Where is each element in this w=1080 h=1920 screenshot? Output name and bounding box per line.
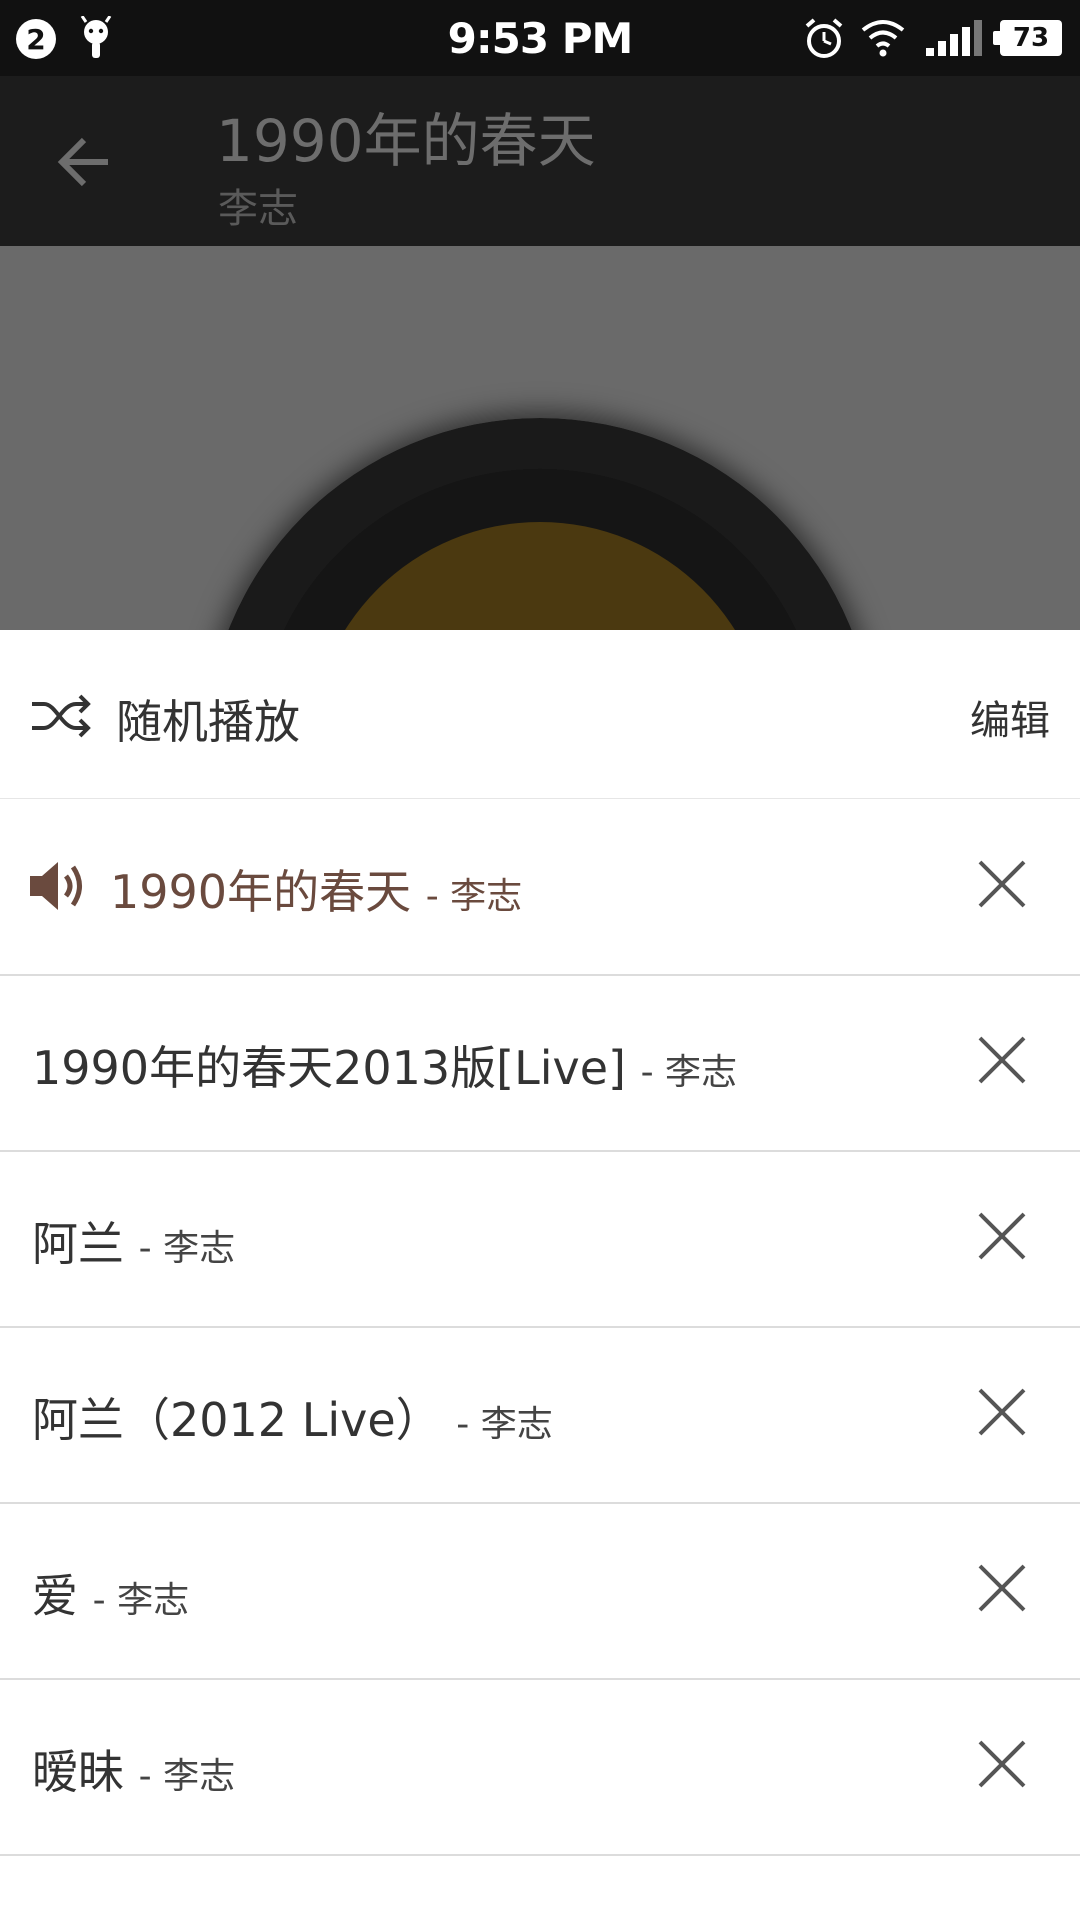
track-label: 暧昧 - 李志 bbox=[32, 1745, 236, 1799]
track-title: 爱 bbox=[32, 1569, 78, 1623]
track-artist: 李志 bbox=[480, 1404, 553, 1445]
track-title: 1990年的春天2013版[Live] bbox=[32, 1041, 626, 1095]
track-label: 爱 - 李志 bbox=[32, 1569, 190, 1623]
track-artist: 李志 bbox=[665, 1052, 738, 1093]
track-row[interactable]: 暧昧 - 李志 bbox=[0, 1678, 1080, 1856]
track-title: 阿兰（2012 Live） bbox=[32, 1393, 442, 1447]
track-artist: 李志 bbox=[117, 1580, 190, 1621]
close-icon[interactable] bbox=[976, 1738, 1028, 1790]
song-artist: 李志 bbox=[218, 186, 298, 232]
edit-button[interactable]: 编辑 bbox=[970, 688, 1050, 746]
track-row[interactable]: 阿兰（2012 Live） - 李志 bbox=[0, 1326, 1080, 1504]
signal-icon bbox=[926, 20, 982, 56]
track-label: 1990年的春天2013版[Live] - 李志 bbox=[32, 1041, 738, 1095]
now-playing-header: 1990年的春天 李志 bbox=[0, 76, 1080, 246]
track-row[interactable]: 1990年的春天2013版[Live] - 李志 bbox=[0, 974, 1080, 1152]
track-artist: 李志 bbox=[163, 1756, 236, 1797]
playlist-header: 随机播放 编辑 bbox=[0, 630, 1080, 799]
track-title: 阿兰 bbox=[32, 1217, 124, 1271]
track-artist: 李志 bbox=[163, 1228, 236, 1269]
close-icon[interactable] bbox=[976, 858, 1028, 910]
track-title: 1990年的春天 bbox=[110, 865, 412, 919]
alarm-icon bbox=[805, 18, 843, 58]
back-arrow-icon[interactable] bbox=[56, 134, 112, 190]
wifi-icon bbox=[861, 20, 905, 57]
status-time: 9:53 PM bbox=[447, 14, 634, 63]
track-row[interactable]: 1990年的春天 - 李志 bbox=[0, 798, 1080, 976]
track-label: 1990年的春天 - 李志 bbox=[110, 865, 523, 919]
vinyl-disc bbox=[205, 418, 875, 630]
close-icon[interactable] bbox=[976, 1562, 1028, 1614]
track-row[interactable]: 爱 - 李志 bbox=[0, 1502, 1080, 1680]
shuffle-icon[interactable] bbox=[30, 690, 94, 742]
shuffle-mode-label[interactable]: 随机播放 bbox=[116, 686, 300, 752]
album-cover bbox=[310, 522, 770, 630]
track-row[interactable]: 阿兰 - 李志 bbox=[0, 1150, 1080, 1328]
player-background bbox=[0, 246, 1080, 630]
track-label: 阿兰（2012 Live） - 李志 bbox=[32, 1393, 553, 1447]
playlist-sheet: 随机播放 编辑 1990年的春天 - 李志 1990年的春天2013版[Live… bbox=[0, 630, 1080, 1920]
close-icon[interactable] bbox=[976, 1034, 1028, 1086]
close-icon[interactable] bbox=[976, 1210, 1028, 1262]
song-title: 1990年的春天 bbox=[216, 107, 596, 175]
track-title: 暧昧 bbox=[32, 1745, 124, 1799]
track-artist: 李志 bbox=[450, 876, 523, 917]
battery-indicator: 73 bbox=[993, 20, 1062, 56]
status-bar: 2 9:53 PM 73 bbox=[0, 0, 1080, 76]
close-icon[interactable] bbox=[976, 1386, 1028, 1438]
speaker-playing-icon bbox=[30, 862, 82, 910]
track-label: 阿兰 - 李志 bbox=[32, 1217, 236, 1271]
